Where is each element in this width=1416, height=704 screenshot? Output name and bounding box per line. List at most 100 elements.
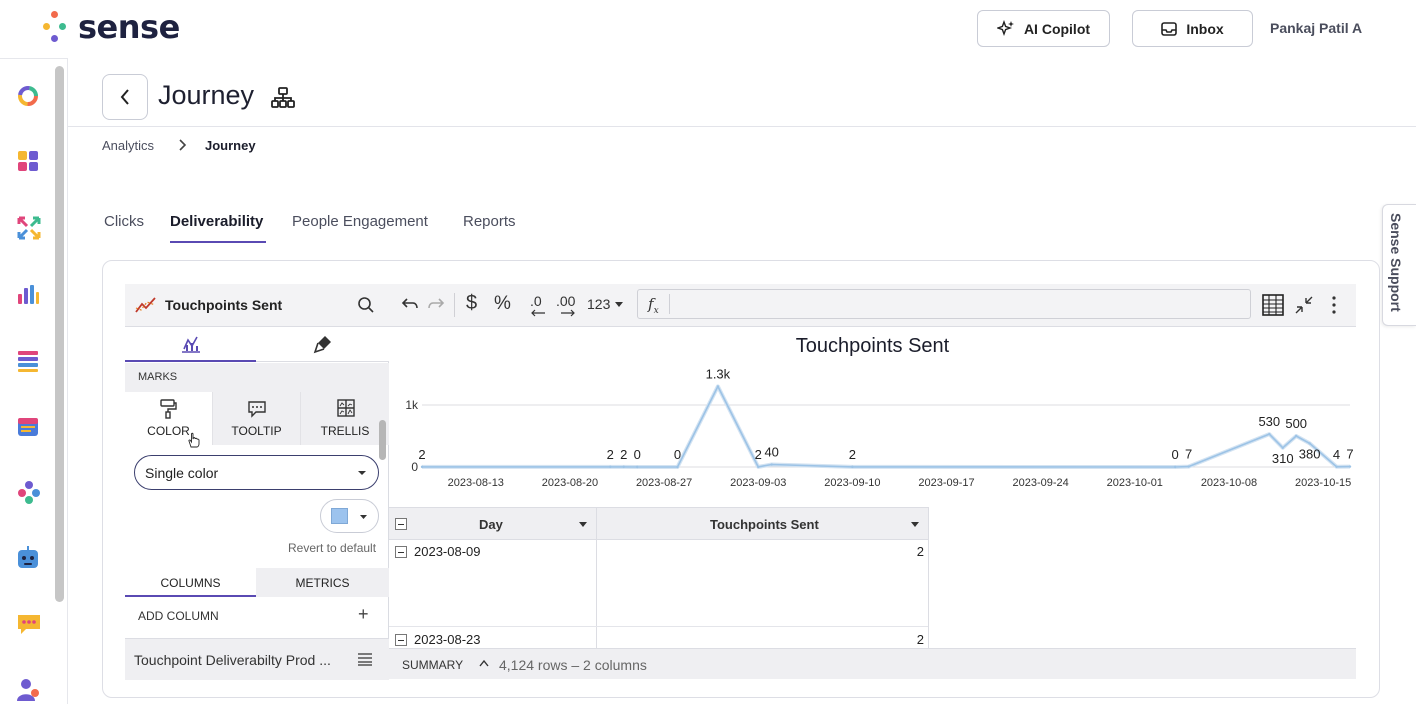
more-options-icon[interactable] <box>1331 296 1337 314</box>
paint-roller-icon <box>160 399 177 419</box>
bot-icon[interactable] <box>16 546 40 570</box>
redo-icon[interactable] <box>427 296 445 312</box>
revert-to-default-link[interactable]: Revert to default <box>288 541 376 555</box>
inbox-button[interactable]: Inbox <box>1132 10 1253 47</box>
top-bar: sense AI Copilot Inbox Pankaj Patil A <box>0 0 1416 58</box>
user-name[interactable]: Pankaj Patil A <box>1270 20 1362 36</box>
toolbar-divider <box>454 293 455 317</box>
x-tick-label: 2023-09-24 <box>1013 477 1069 489</box>
row-collapse-icon[interactable] <box>395 634 407 646</box>
ring-chart-icon[interactable] <box>16 84 40 108</box>
tab-people-engagement[interactable]: People Engagement <box>292 213 428 230</box>
config-panel: Touchpoints Sent MARKS COLOR TOOLTIP TRE… <box>125 284 389 680</box>
data-label: 500 <box>1285 416 1307 431</box>
data-label: 2 <box>755 447 762 462</box>
row-collapse-icon[interactable] <box>395 546 407 558</box>
data-source-name: Touchpoint Deliverabilty Prod ... <box>134 652 331 668</box>
tab-visualization[interactable] <box>125 327 256 362</box>
sparkle-icon <box>996 19 1014 36</box>
ai-copilot-button[interactable]: AI Copilot <box>977 10 1110 47</box>
currency-format-button[interactable]: $ <box>466 292 477 315</box>
decrease-decimals-button[interactable]: .0 <box>528 290 550 320</box>
hierarchy-icon[interactable] <box>271 87 295 109</box>
columns-metrics-tabs: COLUMNS METRICS <box>125 568 389 597</box>
tab-metrics[interactable]: METRICS <box>256 568 389 597</box>
percent-format-button[interactable]: % <box>494 293 511 315</box>
mark-tab-color[interactable]: COLOR <box>125 392 212 448</box>
x-tick-label: 2023-09-03 <box>730 477 786 489</box>
formula-input[interactable]: fx <box>637 289 1251 319</box>
chevron-up-icon[interactable] <box>479 659 489 667</box>
data-point <box>1335 465 1338 468</box>
chevron-right-icon <box>179 139 187 151</box>
back-button[interactable] <box>102 74 148 120</box>
caret-down-icon[interactable] <box>911 522 919 527</box>
summary-bar[interactable]: SUMMARY 4,124 rows – 2 columns <box>389 648 1356 679</box>
data-label: 1.3k <box>706 366 731 381</box>
panel-scrollbar[interactable] <box>379 420 386 460</box>
arrows-icon[interactable] <box>16 215 41 240</box>
fx-x: x <box>653 306 659 316</box>
user-icon[interactable] <box>16 677 40 701</box>
add-column-button[interactable]: + <box>358 604 369 625</box>
color-swatch-button[interactable] <box>320 499 379 533</box>
data-point <box>1295 434 1298 438</box>
people-network-icon[interactable] <box>16 479 40 504</box>
brand-logo[interactable]: sense <box>42 10 180 44</box>
series-line-halo <box>422 384 1351 469</box>
data-point <box>1308 442 1311 445</box>
tab-reports[interactable]: Reports <box>463 213 516 230</box>
tab-clicks[interactable]: Clicks <box>104 213 144 230</box>
row-value: 2 <box>916 632 924 647</box>
increase-decimals-button[interactable]: .00 <box>554 290 580 320</box>
collapse-icon[interactable] <box>1294 295 1314 315</box>
undo-icon[interactable] <box>401 296 419 312</box>
number-format-dropdown[interactable]: 123 <box>587 296 623 314</box>
list-icon[interactable] <box>357 652 373 666</box>
data-label: 380 <box>1299 446 1321 461</box>
panel-header: Touchpoints Sent <box>125 284 389 327</box>
data-point <box>676 465 679 469</box>
data-source-field[interactable]: Touchpoint Deliverabilty Prod ... <box>125 638 389 680</box>
data-label: 0 <box>1172 447 1179 462</box>
column-header-day[interactable]: Day <box>479 517 503 532</box>
inbox-label: Inbox <box>1186 20 1224 37</box>
active-tab-indicator <box>170 241 266 243</box>
data-label: 4 <box>1333 447 1340 462</box>
tab-columns[interactable]: COLUMNS <box>125 568 256 597</box>
mark-tab-trellis[interactable]: TRELLIS <box>300 392 389 445</box>
data-label: 40 <box>764 445 778 460</box>
data-point <box>757 465 760 469</box>
collapse-all-icon[interactable] <box>395 518 407 530</box>
mark-tab-tooltip[interactable]: TOOLTIP <box>212 392 300 445</box>
tab-format[interactable] <box>256 327 389 362</box>
table-row[interactable]: 2023-08-23 2 <box>389 628 928 648</box>
title-divider <box>68 126 1416 127</box>
color-mode-select[interactable]: Single color <box>134 455 379 490</box>
row-day: 2023-08-23 <box>414 632 481 647</box>
data-point <box>851 465 854 469</box>
increase-decimals-label: .00 <box>556 293 576 309</box>
data-table: Day Touchpoints Sent 2023-08-09 2 2023-0… <box>389 507 929 648</box>
row-value: 2 <box>916 544 924 559</box>
chat-icon[interactable] <box>16 612 40 636</box>
data-label: 7 <box>1346 447 1353 462</box>
data-point <box>1187 465 1190 468</box>
apps-grid-icon[interactable] <box>16 149 40 173</box>
calendar-icon[interactable] <box>16 414 40 438</box>
rail-scrollbar[interactable] <box>55 66 64 602</box>
column-header-touchpoints[interactable]: Touchpoints Sent <box>710 517 819 532</box>
table-row[interactable]: 2023-08-09 2 <box>389 540 928 627</box>
sense-support-tab[interactable]: Sense Support <box>1382 204 1416 326</box>
data-point <box>622 465 625 469</box>
breadcrumb-analytics[interactable]: Analytics <box>102 138 154 153</box>
data-point <box>635 465 639 469</box>
caret-down-icon[interactable] <box>579 522 587 527</box>
table-view-icon[interactable] <box>1262 294 1284 316</box>
list-icon[interactable] <box>16 349 40 373</box>
line-chart[interactable]: 0 1k 2023-08-13 2023-08-20 2023-08-27 2023-09… <box>389 327 1356 507</box>
search-icon[interactable] <box>357 296 375 314</box>
tab-deliverability[interactable]: Deliverability <box>170 213 263 230</box>
bar-chart-icon[interactable] <box>16 282 40 306</box>
columns-tab-indicator <box>125 595 256 597</box>
